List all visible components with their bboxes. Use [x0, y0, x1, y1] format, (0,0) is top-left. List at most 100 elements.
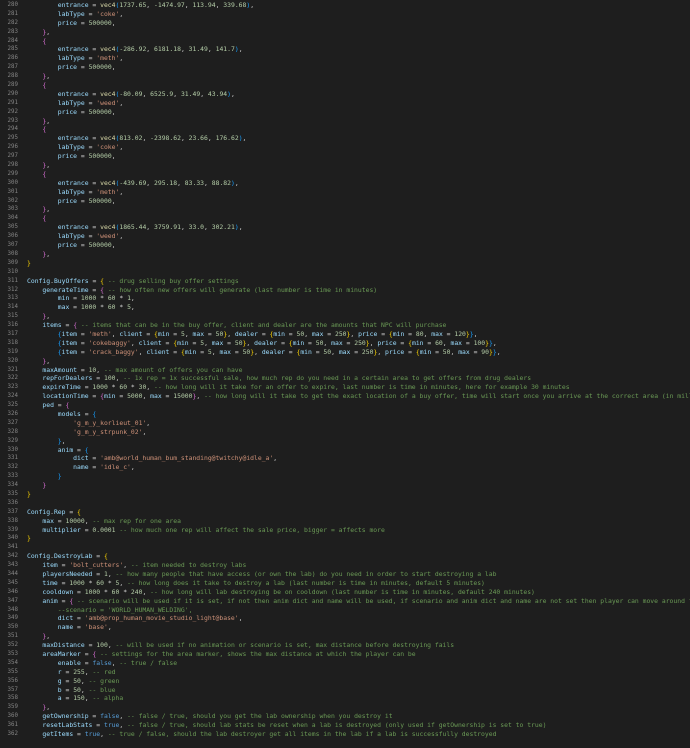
gutter-gap: [18, 143, 27, 152]
code-line[interactable]: 336: [0, 499, 690, 508]
code-line[interactable]: 348 --scenario = 'WORLD_HUMAN_WELDING',: [0, 606, 690, 615]
code-line[interactable]: 307 price = 500000,: [0, 241, 690, 250]
code-line[interactable]: 356 g = 50, -- green: [0, 677, 690, 686]
code-line[interactable]: 315 },: [0, 312, 690, 321]
code-line[interactable]: 350 name = 'base',: [0, 623, 690, 632]
code-line[interactable]: 334 }: [0, 481, 690, 490]
code-line[interactable]: 345 time = 1000 * 60 * 5, -- how long do…: [0, 579, 690, 588]
code-line[interactable]: 292 price = 500000,: [0, 108, 690, 117]
code-line[interactable]: 281 labType = 'coke',: [0, 10, 690, 19]
code-line[interactable]: 283 },: [0, 28, 690, 37]
code-line[interactable]: 299 {: [0, 170, 690, 179]
code-line[interactable]: 302 price = 500000,: [0, 197, 690, 206]
code-token: -80.09: [119, 89, 143, 98]
code-line[interactable]: 295 entrance = vec4(813.02, -2398.62, 23…: [0, 134, 690, 143]
code-line[interactable]: 343 item = 'bolt_cutters', -- item neede…: [0, 561, 690, 570]
code-text: Config.Rep = {: [27, 508, 690, 517]
code-line[interactable]: 328 'g_m_y_strpunk_02',: [0, 428, 690, 437]
code-line[interactable]: 291 labType = 'weed',: [0, 99, 690, 108]
code-line[interactable]: 346 cooldown = 1000 * 60 * 240, -- how l…: [0, 588, 690, 597]
code-line[interactable]: 290 entrance = vec4(-80.09, 6525.9, 31.4…: [0, 90, 690, 99]
code-line[interactable]: 323 expireTime = 1000 * 60 * 30, -- how …: [0, 383, 690, 392]
code-line[interactable]: 294 {: [0, 125, 690, 134]
code-line[interactable]: 342 Config.DestroyLab = {: [0, 552, 690, 561]
gutter-gap: [18, 28, 27, 37]
code-line[interactable]: 335}: [0, 490, 690, 499]
code-line[interactable]: 341: [0, 543, 690, 552]
gutter-gap: [18, 188, 27, 197]
code-line[interactable]: 309}: [0, 259, 690, 268]
code-line[interactable]: 297 price = 500000,: [0, 152, 690, 161]
code-line[interactable]: 310: [0, 268, 690, 277]
code-token: =: [377, 329, 389, 338]
code-line[interactable]: 344 playersNeeded = 1, -- how many peopl…: [0, 570, 690, 579]
code-token: =: [342, 338, 355, 347]
code-line[interactable]: 280 entrance = vec4(1737.65, -1474.97, 1…: [0, 1, 690, 10]
code-line[interactable]: 359 },: [0, 703, 690, 712]
code-line[interactable]: 324 locationTime = {min = 5000, max = 15…: [0, 392, 690, 401]
code-line[interactable]: 306 labType = 'weed',: [0, 232, 690, 241]
code-line[interactable]: 347 anim = { -- scenario will be used if…: [0, 597, 690, 606]
code-line[interactable]: 287 price = 500000,: [0, 63, 690, 72]
code-line[interactable]: 325 ped = {: [0, 401, 690, 410]
code-line[interactable]: 330 anim = {: [0, 446, 690, 455]
code-line[interactable]: 285 entrance = vec4(-286.92, 6181.18, 31…: [0, 45, 690, 54]
code-line[interactable]: 338 max = 10000, -- max rep for one area: [0, 517, 690, 526]
code-token: Config: [27, 276, 51, 285]
code-line[interactable]: 355 r = 255, -- red: [0, 668, 690, 677]
code-line[interactable]: 286 labType = 'meth',: [0, 54, 690, 63]
code-token: =: [423, 338, 436, 347]
code-line[interactable]: 340}: [0, 534, 690, 543]
code-line[interactable]: 358 a = 150, -- alpha: [0, 694, 690, 703]
code-line[interactable]: 332 name = 'idle_c',: [0, 463, 690, 472]
code-line[interactable]: 353 areaMarker = { -- settings for the a…: [0, 650, 690, 659]
code-line[interactable]: 351 },: [0, 632, 690, 641]
code-line[interactable]: 314 max = 1000 * 60 * 5,: [0, 303, 690, 312]
code-line[interactable]: 303 },: [0, 205, 690, 214]
code-line[interactable]: 288 },: [0, 72, 690, 81]
code-line[interactable]: 319 {item = 'crack_baggy', client = {min…: [0, 348, 690, 357]
code-line[interactable]: 322 repForDealers = 100, -- 1x rep = 1x …: [0, 374, 690, 383]
code-line[interactable]: 293 },: [0, 117, 690, 126]
line-number: 336: [7, 499, 18, 506]
code-line[interactable]: 362 getItems = true, -- true / false, sh…: [0, 730, 690, 739]
code-line[interactable]: 298 },: [0, 161, 690, 170]
code-line[interactable]: 349 dict = 'amb@prop_human_movie_studio_…: [0, 614, 690, 623]
code-line[interactable]: 317 {item = 'meth', client = {min = 5, m…: [0, 330, 690, 339]
code-line[interactable]: 337 Config.Rep = {: [0, 508, 690, 517]
code-line[interactable]: 354 enable = false, -- true / false: [0, 659, 690, 668]
code-editor[interactable]: 280 entrance = vec4(1737.65, -1474.97, 1…: [0, 0, 690, 748]
code-line[interactable]: 308 },: [0, 250, 690, 259]
code-line[interactable]: 360 getOwnership = false, -- false / tru…: [0, 712, 690, 721]
code-line[interactable]: 316 items = { -- items that can be in th…: [0, 321, 690, 330]
code-line[interactable]: 301 labType = 'meth',: [0, 188, 690, 197]
code-line[interactable]: 320 },: [0, 357, 690, 366]
code-line[interactable]: 313 min = 1000 * 60 * 1,: [0, 294, 690, 303]
code-token: ,: [146, 418, 151, 427]
code-line[interactable]: 339 multiplier = 0.0001 -- how much one …: [0, 526, 690, 535]
code-line[interactable]: 304 {: [0, 214, 690, 223]
code-line[interactable]: 326 models = {: [0, 410, 690, 419]
code-line[interactable]: 329 },: [0, 437, 690, 446]
code-line[interactable]: 300 entrance = vec4(-439.69, 295.18, 83.…: [0, 179, 690, 188]
code-token: ,: [492, 338, 497, 347]
code-line[interactable]: 357 b = 50, -- blue: [0, 686, 690, 695]
code-line[interactable]: 327 'g_m_y_korlieut_01',: [0, 419, 690, 428]
code-line[interactable]: 352 maxDistance = 100, -- will be used i…: [0, 641, 690, 650]
code-line[interactable]: 311 Config.BuyOffers = { -- drug selling …: [0, 277, 690, 286]
code-text: max = 10000, -- max rep for one area: [27, 517, 690, 526]
code-line[interactable]: 282 price = 500000,: [0, 19, 690, 28]
code-line[interactable]: 321 maxAmount = 10, -- max amount of off…: [0, 366, 690, 375]
code-line[interactable]: 333 }: [0, 472, 690, 481]
code-line[interactable]: 361 resetLabStats = true, -- false / tru…: [0, 721, 690, 730]
code-text: min = 1000 * 60 * 1,: [27, 294, 690, 303]
code-line[interactable]: 284 {: [0, 37, 690, 46]
code-line[interactable]: 305 entrance = vec4(1865.44, 3759.91, 33…: [0, 223, 690, 232]
code-line[interactable]: 289 {: [0, 81, 690, 90]
code-line[interactable]: 318 {item = 'cokebaggy', client = {min =…: [0, 339, 690, 348]
code-line[interactable]: 331 dict = 'amb@world_human_bum_standing…: [0, 454, 690, 463]
code-line[interactable]: 312 generateTime = { -- how often new of…: [0, 286, 690, 295]
code-line[interactable]: 296 labType = 'coke',: [0, 143, 690, 152]
